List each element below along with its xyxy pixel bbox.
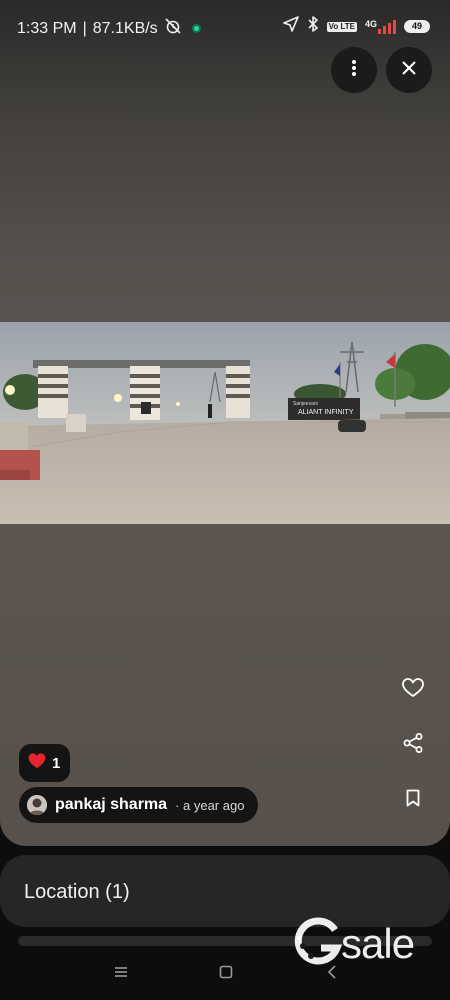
author-chip[interactable]: pankaj sharma · a year ago — [19, 787, 259, 823]
post-photo[interactable]: Sanjeevani ALIANT INFINITY — [0, 322, 450, 524]
author-name: pankaj sharma — [55, 796, 168, 813]
like-button[interactable] — [398, 675, 428, 705]
avatar — [27, 795, 47, 815]
reaction-count: 1 — [52, 754, 61, 772]
back-chevron-icon — [326, 964, 338, 984]
network-type: 4G — [364, 18, 377, 29]
battery-indicator: 49 — [404, 20, 430, 33]
home-button[interactable] — [216, 964, 236, 984]
bookmark-icon — [406, 789, 420, 812]
post-time: · a year ago — [175, 797, 245, 813]
bluetooth-icon — [307, 16, 319, 37]
sign-small-text: Sanjeevani — [293, 401, 318, 407]
close-icon — [402, 60, 416, 80]
save-button[interactable] — [398, 785, 428, 815]
share-icon — [403, 732, 423, 758]
status-time: 1:33 PM — [17, 19, 77, 37]
status-bar: 1:33 PM | 87.1KB/s Vo LTE 4G 49 — [0, 0, 450, 54]
status-left: 1:33 PM | 87.1KB/s — [17, 17, 201, 40]
home-square-icon — [219, 965, 233, 984]
system-nav-bar — [0, 950, 450, 1000]
photo-viewer: 1:33 PM | 87.1KB/s Vo LTE 4G 49 Sanjeeva… — [0, 0, 450, 846]
screen-record-icon — [191, 24, 201, 33]
reaction-chip[interactable]: 1 — [19, 744, 71, 782]
share-button[interactable] — [398, 730, 428, 760]
more-options-button[interactable] — [331, 47, 377, 93]
volte-badge: Vo LTE — [326, 21, 357, 32]
recent-apps-button[interactable] — [111, 964, 131, 984]
alarm-off-icon — [164, 17, 182, 40]
sign-large-text: ALIANT INFINITY — [298, 409, 354, 416]
network-speed: 87.1KB/s — [92, 19, 158, 37]
close-button[interactable] — [386, 47, 432, 93]
location-arrow-icon — [282, 16, 299, 37]
menu-lines-icon — [114, 965, 128, 983]
heart-outline-icon — [402, 677, 424, 703]
more-vertical-icon — [351, 59, 357, 82]
status-right: Vo LTE 4G 49 — [282, 16, 430, 37]
location-title: Location (1) — [24, 881, 130, 903]
photo-scene: Sanjeevani ALIANT INFINITY — [0, 322, 450, 524]
screen: 1:33 PM | 87.1KB/s Vo LTE 4G 49 Sanjeeva… — [0, 0, 450, 1000]
signal-icon: 4G — [364, 18, 396, 34]
back-button[interactable] — [322, 964, 342, 984]
status-separator: | — [82, 19, 87, 37]
heart-filled-icon — [28, 752, 46, 774]
